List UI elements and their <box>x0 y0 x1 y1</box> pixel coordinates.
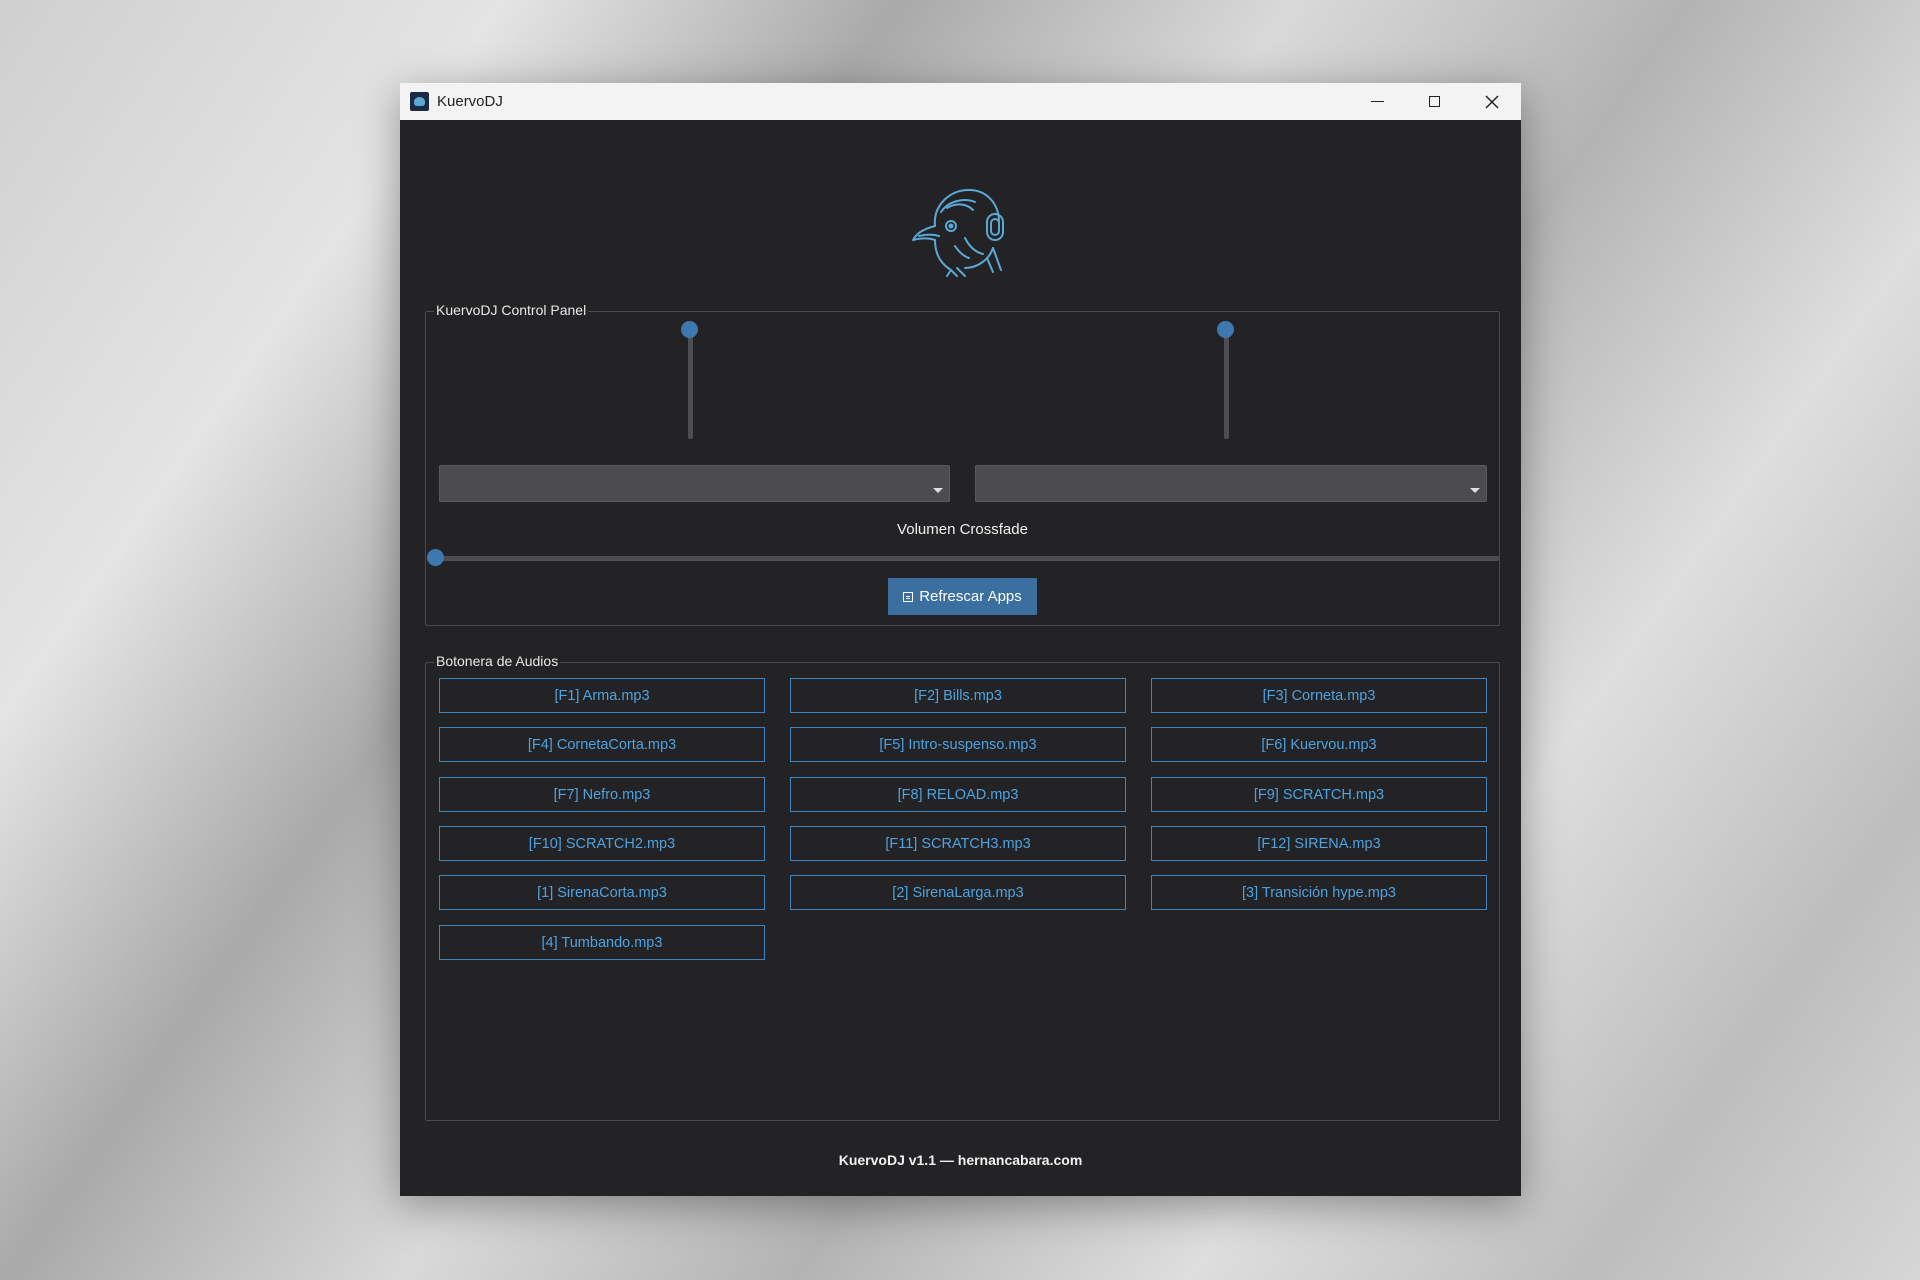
crossfade-track <box>435 556 1499 561</box>
refresh-apps-label: Refrescar Apps <box>919 588 1022 605</box>
audio-button-f12[interactable]: [F12] SIRENA.mp3 <box>1151 826 1487 861</box>
refresh-apps-button[interactable]: Refrescar Apps <box>888 578 1037 615</box>
right-volume-handle[interactable] <box>1217 321 1234 338</box>
close-icon <box>1484 94 1499 109</box>
audio-button-f4[interactable]: [F4] CornetaCorta.mp3 <box>439 727 765 762</box>
right-app-select[interactable] <box>975 465 1487 502</box>
audio-button-f9[interactable]: [F9] SCRATCH.mp3 <box>1151 777 1487 812</box>
crow-with-headphones-logo <box>912 189 1004 277</box>
crossfade-slider[interactable] <box>427 549 1499 567</box>
audio-button-f10[interactable]: [F10] SCRATCH2.mp3 <box>439 826 765 861</box>
title-bar[interactable]: KuervoDJ <box>400 83 1521 120</box>
left-volume-track <box>688 329 693 439</box>
audio-button-1[interactable]: [1] SirenaCorta.mp3 <box>439 875 765 910</box>
crossfade-handle[interactable] <box>427 549 444 566</box>
audio-button-f1[interactable]: [F1] Arma.mp3 <box>439 678 765 713</box>
audio-button-4[interactable]: [4] Tumbando.mp3 <box>439 925 765 960</box>
chevron-down-icon <box>1470 488 1480 493</box>
close-button[interactable] <box>1463 83 1520 120</box>
audio-button-f2[interactable]: [F2] Bills.mp3 <box>790 678 1126 713</box>
maximize-icon <box>1429 96 1440 107</box>
left-app-select[interactable] <box>439 465 950 502</box>
minimize-button[interactable] <box>1349 83 1406 120</box>
refresh-icon <box>903 591 914 602</box>
audio-button-f7[interactable]: [F7] Nefro.mp3 <box>439 777 765 812</box>
audio-button-2[interactable]: [2] SirenaLarga.mp3 <box>790 875 1126 910</box>
audio-button-f5[interactable]: [F5] Intro-suspenso.mp3 <box>790 727 1126 762</box>
audio-button-f3[interactable]: [F3] Corneta.mp3 <box>1151 678 1487 713</box>
right-volume-track <box>1224 329 1229 439</box>
audio-button-f11[interactable]: [F11] SCRATCH3.mp3 <box>790 826 1126 861</box>
app-icon <box>410 92 429 111</box>
audio-button-f6[interactable]: [F6] Kuervou.mp3 <box>1151 727 1487 762</box>
audio-buttons-title: Botonera de Audios <box>434 653 561 669</box>
left-volume-handle[interactable] <box>681 321 698 338</box>
audio-button-3[interactable]: [3] Transición hype.mp3 <box>1151 875 1487 910</box>
minimize-icon <box>1371 101 1384 102</box>
right-volume-slider[interactable] <box>1216 321 1236 451</box>
audio-button-f8[interactable]: [F8] RELOAD.mp3 <box>790 777 1126 812</box>
chevron-down-icon <box>933 488 943 493</box>
control-panel-title: KuervoDJ Control Panel <box>434 302 589 318</box>
window-title: KuervoDJ <box>437 93 503 110</box>
maximize-button[interactable] <box>1406 83 1463 120</box>
audio-buttons-group: Botonera de Audios [F1] Arma.mp3 [F2] Bi… <box>425 653 1500 1121</box>
footer-text: KuervoDJ v1.1 — hernancabara.com <box>838 1152 1083 1168</box>
left-volume-slider[interactable] <box>680 321 700 451</box>
crossfade-label: Volumen Crossfade <box>897 521 1028 538</box>
app-window: KuervoDJ KuervoDJ Control Panel Volumen … <box>400 83 1521 1196</box>
control-panel-group: KuervoDJ Control Panel Volumen Crossfade… <box>425 302 1500 626</box>
